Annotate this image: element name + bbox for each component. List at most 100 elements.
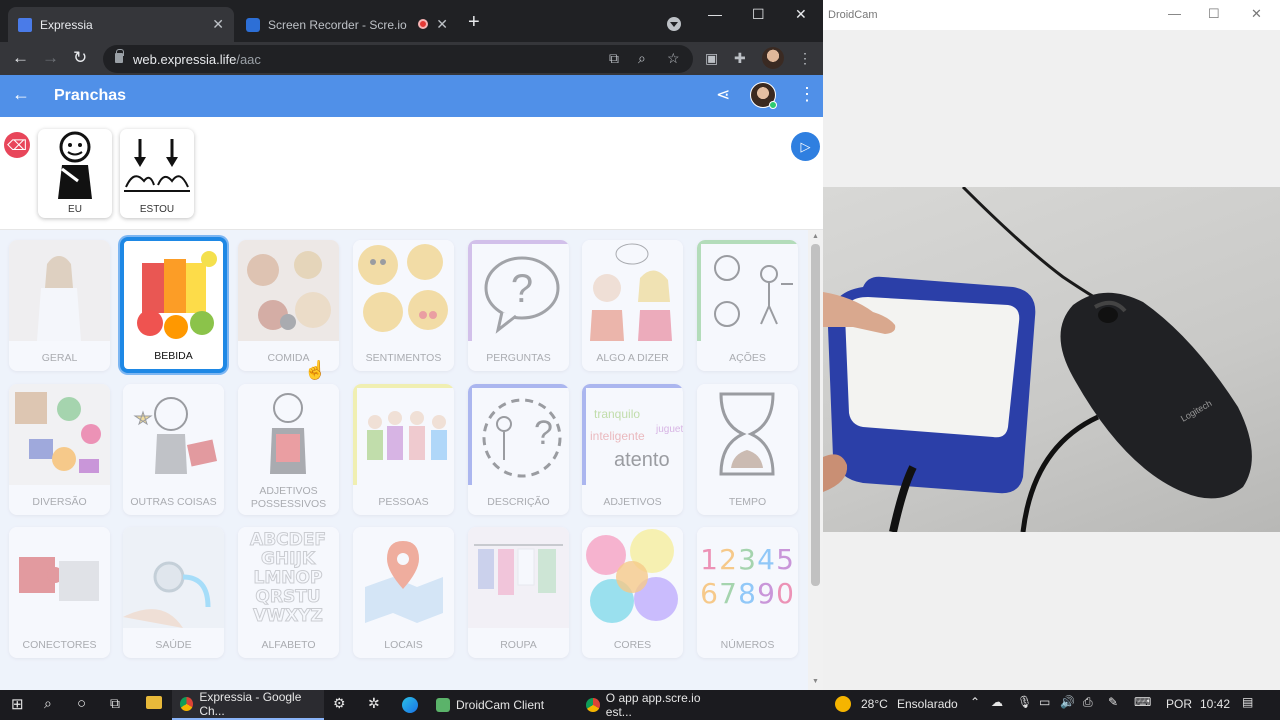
- category-tile[interactable]: SAÚDE: [123, 527, 224, 658]
- category-tile[interactable]: DIVERSÃO: [9, 384, 110, 515]
- close-tab-icon[interactable]: ✕: [212, 16, 224, 33]
- droidcam-minimize-button[interactable]: —: [1168, 6, 1181, 21]
- menu-kebab-icon[interactable]: ⋮: [798, 50, 812, 67]
- svg-text:atento: atento: [614, 449, 670, 471]
- category-tile[interactable]: LOCAIS: [353, 527, 454, 658]
- reload-icon[interactable]: ↻: [73, 49, 87, 67]
- svg-text:2: 2: [719, 543, 737, 576]
- back-icon[interactable]: ←: [12, 49, 29, 67]
- search-icon[interactable]: ⌕: [44, 695, 52, 712]
- category-tile[interactable]: BEBIDA: [120, 237, 227, 373]
- back-arrow-icon[interactable]: ←: [12, 84, 30, 105]
- address-bar[interactable]: web.expressia.life/aac ⧉ ⌕ ☆: [103, 45, 693, 73]
- battery-icon[interactable]: ▭: [1039, 695, 1050, 709]
- windows-start-icon[interactable]: ⊞: [11, 695, 24, 713]
- bookmark-star-icon[interactable]: ☆: [667, 50, 680, 67]
- browser-toolbar: ← → ↻ web.expressia.life/aac ⧉ ⌕ ☆ ▣ ✚ ⋮: [0, 42, 823, 75]
- food-photo-icon: [238, 240, 339, 341]
- category-tile[interactable]: ALGO A DIZER: [582, 240, 683, 371]
- grid-scrollbar[interactable]: ▲ ▼: [808, 230, 823, 690]
- pictogram-grid: GERAL BEBIDA COMIDA SENTIMENTOS? PERGUNTAS AL…: [0, 230, 808, 690]
- category-tile[interactable]: SENTIMENTOS: [353, 240, 454, 371]
- share-icon[interactable]: ⋖: [716, 85, 730, 105]
- category-label: PESSOAS: [378, 496, 429, 508]
- edge-icon[interactable]: [402, 697, 418, 713]
- category-tile[interactable]: TEMPO: [697, 384, 798, 515]
- droidcam-maximize-button[interactable]: ☐: [1208, 6, 1220, 22]
- extensions-icon[interactable]: ✚: [734, 50, 746, 67]
- file-explorer-icon[interactable]: [146, 696, 162, 709]
- category-tile[interactable]: CORES: [582, 527, 683, 658]
- clear-sentence-button[interactable]: ⌫: [4, 132, 30, 158]
- taskbar-app-droidcam[interactable]: DroidCam Client: [428, 690, 573, 720]
- device-icon[interactable]: ⎙: [1083, 695, 1093, 710]
- close-window-button[interactable]: ✕: [795, 6, 807, 23]
- zoom-icon[interactable]: ⌕: [638, 50, 646, 67]
- input-language[interactable]: POR: [1166, 697, 1192, 711]
- category-label: ADJETIVOS POSSESSIVOS: [250, 485, 327, 510]
- sentence-card-eu[interactable]: EU: [38, 129, 112, 218]
- numbers-icon: 12345 67890: [697, 527, 798, 628]
- open-in-app-icon[interactable]: ⧉: [609, 50, 619, 67]
- settings-icon[interactable]: ✲: [368, 695, 380, 712]
- tab-expressia[interactable]: Expressia ✕: [8, 7, 234, 42]
- category-tile[interactable]: AÇÕES: [697, 240, 798, 371]
- cortana-icon[interactable]: ○: [77, 695, 86, 712]
- category-label: CONECTORES: [22, 639, 97, 651]
- taskbar-app-chrome[interactable]: Expressia - Google Ch...: [172, 690, 324, 720]
- weather-temp[interactable]: 28°C: [861, 697, 888, 711]
- category-tile[interactable]: ADJETIVOS POSSESSIVOS: [238, 384, 339, 515]
- tab-search-icon[interactable]: [667, 17, 681, 31]
- settings-gear-icon[interactable]: ⚙: [333, 695, 346, 712]
- category-tile[interactable]: ? PERGUNTAS: [468, 240, 569, 371]
- svg-text:LMNOP: LMNOP: [254, 568, 323, 588]
- speak-play-button[interactable]: ▷: [791, 132, 820, 161]
- emoji-faces-icon: [353, 240, 454, 341]
- maximize-button[interactable]: ☐: [752, 6, 765, 23]
- category-tile[interactable]: COMIDA: [238, 240, 339, 371]
- taskbar-app-screcio[interactable]: O app app.scre.io est...: [578, 690, 728, 720]
- droidcam-close-button[interactable]: ✕: [1251, 6, 1262, 22]
- close-tab-icon[interactable]: ✕: [436, 16, 448, 33]
- minimize-button[interactable]: —: [708, 6, 722, 22]
- chrome-icon: [586, 698, 600, 712]
- category-tile[interactable]: tranquilo inteligente atento juguete ADJETIV…: [582, 384, 683, 515]
- category-tile[interactable]: OUTRAS COISAS: [123, 384, 224, 515]
- scroll-down-icon[interactable]: ▼: [812, 678, 819, 685]
- scrollbar-thumb[interactable]: [811, 244, 820, 586]
- onedrive-cloud-icon[interactable]: ☁: [991, 695, 1003, 709]
- pen-icon[interactable]: ✎: [1108, 695, 1118, 709]
- weather-desc[interactable]: Ensolarado: [897, 697, 958, 711]
- media-icon[interactable]: ▣: [705, 50, 718, 67]
- more-options-icon[interactable]: ⋮: [798, 84, 816, 105]
- user-avatar[interactable]: [750, 82, 777, 109]
- category-tile[interactable]: PESSOAS: [353, 384, 454, 515]
- clothes-rack-icon: [468, 527, 569, 628]
- category-tile[interactable]: ABCDEF GHIJK LMNOP QRSTU VWXYZ ALFABETO: [238, 527, 339, 658]
- category-tile[interactable]: ROUPA: [468, 527, 569, 658]
- new-tab-button[interactable]: +: [468, 12, 480, 32]
- category-tile[interactable]: 1 2 3 4 5 6 7 8 9 0 NÚMEROS: [697, 527, 798, 658]
- star-person-icon: [123, 384, 224, 485]
- forward-icon[interactable]: →: [42, 49, 59, 67]
- scroll-up-icon[interactable]: ▲: [812, 233, 819, 240]
- category-tile[interactable]: ? DESCRIÇÃO: [468, 384, 569, 515]
- browser-window: Expressia ✕ Screen Recorder - Scre.io ✕ …: [0, 0, 823, 690]
- clock-time[interactable]: 10:42: [1200, 697, 1230, 711]
- category-tile[interactable]: GERAL: [9, 240, 110, 371]
- tab-screen-recorder[interactable]: Screen Recorder - Scre.io ✕: [236, 7, 458, 42]
- keyboard-icon[interactable]: ⌨: [1134, 695, 1151, 709]
- task-view-icon[interactable]: ⧉: [110, 695, 120, 712]
- volume-icon[interactable]: 🔊: [1060, 695, 1075, 709]
- sentence-card-estou[interactable]: ESTOU: [120, 129, 194, 218]
- show-hidden-icons-icon[interactable]: ⌃: [970, 695, 980, 709]
- app-header: ← Pranchas ⋖ ⋮: [0, 75, 823, 117]
- microphone-icon[interactable]: 🎙: [1017, 695, 1032, 709]
- juice-glasses-icon: [124, 241, 223, 342]
- profile-avatar[interactable]: [762, 47, 784, 69]
- notifications-icon[interactable]: ▤: [1242, 695, 1253, 709]
- taskbar-app-title: DroidCam Client: [456, 698, 545, 712]
- category-tile[interactable]: CONECTORES: [9, 527, 110, 658]
- svg-text:6: 6: [700, 577, 718, 610]
- droidcam-titlebar: DroidCam — ☐ ✕: [823, 0, 1280, 30]
